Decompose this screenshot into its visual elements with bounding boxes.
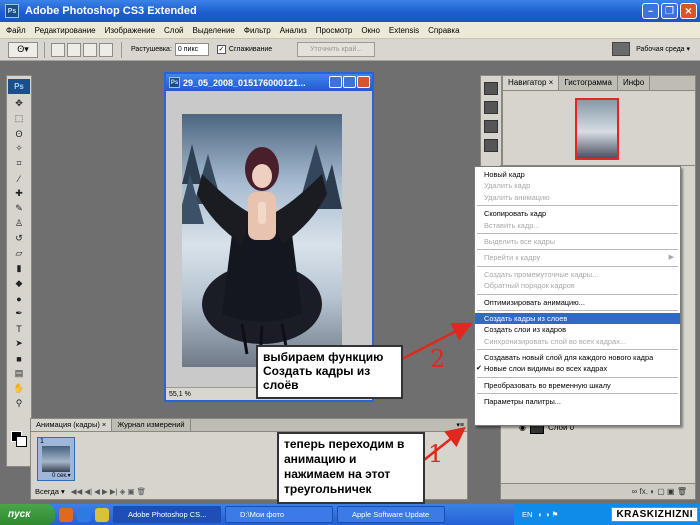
desktop-icon[interactable] bbox=[95, 507, 109, 522]
firefox-icon[interactable] bbox=[59, 507, 73, 522]
callout-step-2: выбираем функцию Создать кадры из слоёв bbox=[256, 345, 403, 399]
tray-icons[interactable]: ◐ ◑ ⚑ bbox=[538, 510, 558, 519]
step-number-1: 1 bbox=[428, 440, 444, 468]
step-number-2: 2 bbox=[430, 345, 446, 373]
ie-icon[interactable] bbox=[77, 507, 91, 522]
start-button[interactable]: пуск bbox=[0, 504, 55, 525]
taskbar-item-folder[interactable]: D:\Мои фото bbox=[225, 506, 333, 523]
language-indicator[interactable]: EN bbox=[522, 510, 532, 519]
watermark: KRASKIZHIZNI bbox=[611, 507, 698, 522]
taskbar: пуск Adobe Photoshop CS... D:\Мои фото A… bbox=[0, 504, 700, 525]
taskbar-item-apple-update[interactable]: Apple Software Update bbox=[337, 506, 445, 523]
callout-step-1: теперь переходим в анимацию и нажимаем н… bbox=[277, 432, 425, 504]
taskbar-item-photoshop[interactable]: Adobe Photoshop CS... bbox=[113, 506, 221, 523]
